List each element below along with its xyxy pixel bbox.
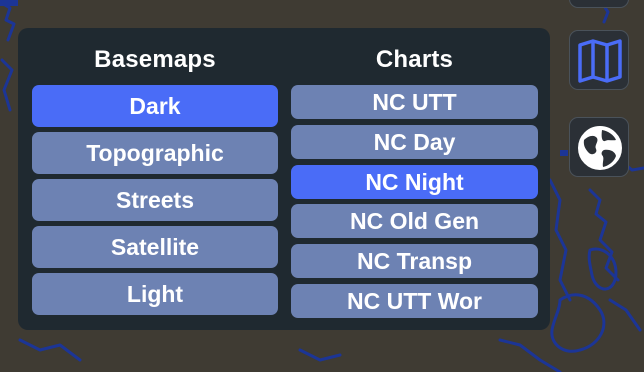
- basemap-satellite-button[interactable]: Satellite: [32, 226, 278, 268]
- globe-toggle-button[interactable]: [569, 117, 629, 177]
- chart-nc-transp-button[interactable]: NC Transp: [291, 244, 538, 279]
- basemap-dark-button[interactable]: Dark: [32, 85, 278, 127]
- basemap-streets-button[interactable]: Streets: [32, 179, 278, 221]
- layer-picker-panel: Basemaps Dark Topographic Streets Satell…: [18, 28, 550, 330]
- chart-nc-old-gen-button[interactable]: NC Old Gen: [291, 204, 538, 239]
- top-toolbar-button[interactable]: [569, 0, 629, 8]
- charts-column: Charts NC UTT NC Day NC Night NC Old Gen…: [291, 28, 538, 318]
- chart-nc-night-button[interactable]: NC Night: [291, 164, 538, 199]
- globe-icon: [578, 126, 622, 170]
- chart-nc-utt-wor-button[interactable]: NC UTT Wor: [291, 283, 538, 318]
- map-toggle-button[interactable]: [569, 30, 629, 90]
- basemap-topographic-button[interactable]: Topographic: [32, 132, 278, 174]
- chart-nc-day-button[interactable]: NC Day: [291, 124, 538, 159]
- basemaps-list: Dark Topographic Streets Satellite Light: [32, 85, 278, 320]
- basemap-light-button[interactable]: Light: [32, 273, 278, 315]
- map-icon: [578, 39, 622, 83]
- basemaps-column: Basemaps Dark Topographic Streets Satell…: [32, 28, 278, 315]
- charts-list: NC UTT NC Day NC Night NC Old Gen NC Tra…: [291, 85, 538, 324]
- chart-nc-utt-button[interactable]: NC UTT: [291, 85, 538, 119]
- basemaps-title: Basemaps: [94, 46, 216, 73]
- charts-title: Charts: [375, 46, 454, 73]
